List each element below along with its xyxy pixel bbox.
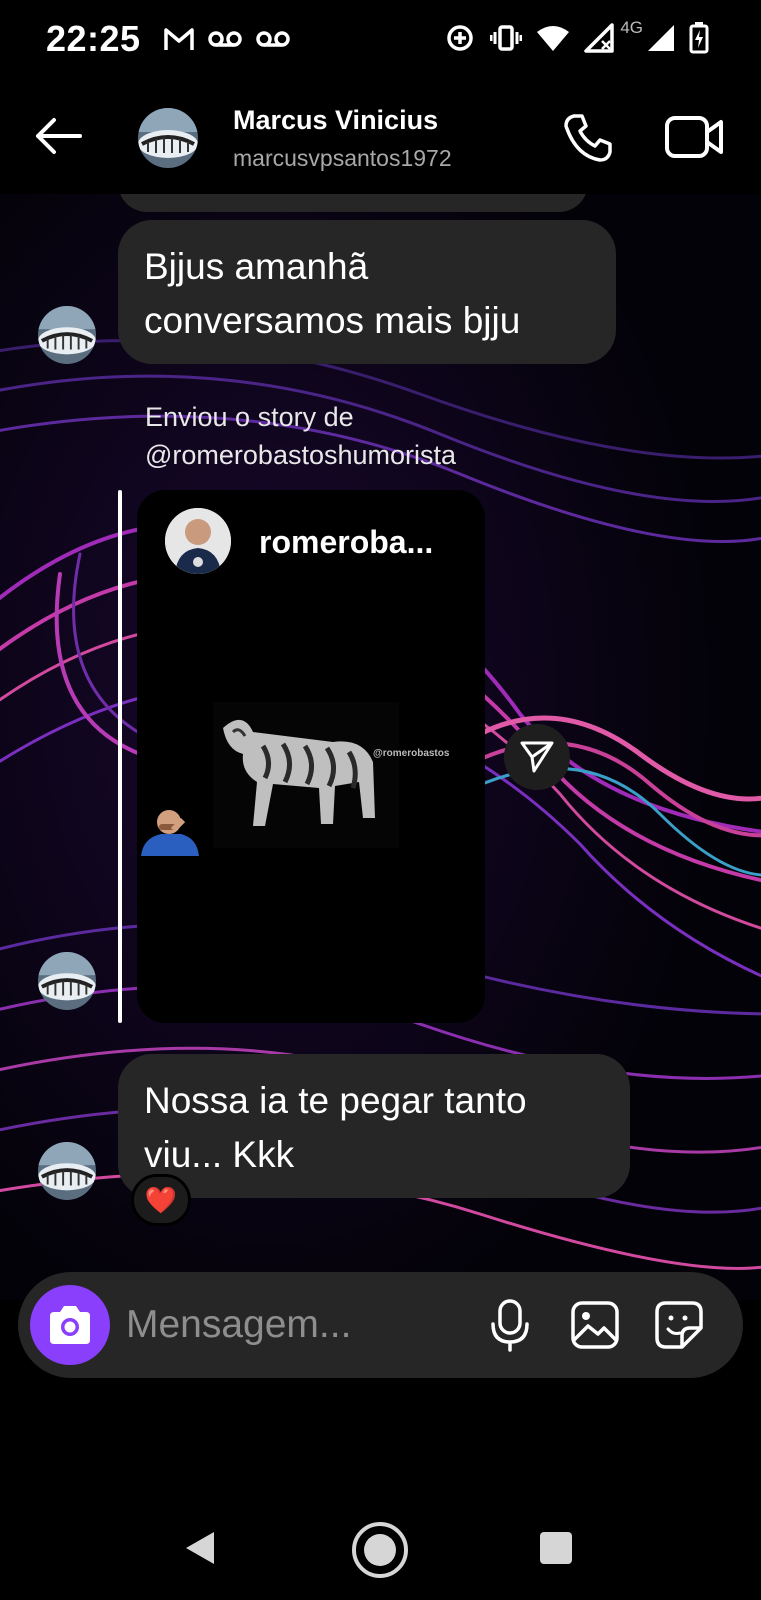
status-bar: 22:25 4G — [0, 0, 761, 80]
phone-icon — [564, 114, 612, 162]
system-icons: 4G — [444, 18, 709, 54]
signal-icon — [648, 25, 674, 51]
keyboard-spacer — [0, 1378, 761, 1500]
message-bubble[interactable]: Nossa ia te pegar tanto viu... Kkk — [118, 1054, 630, 1198]
voice-message-button[interactable] — [488, 1298, 532, 1352]
camera-button[interactable] — [30, 1285, 110, 1365]
nav-back-icon[interactable] — [184, 1530, 216, 1566]
camera-icon — [50, 1306, 90, 1344]
nav-recents-icon[interactable] — [540, 1532, 572, 1564]
message-thread[interactable]: Bjjus amanhã conversamos mais bjju Envio… — [0, 194, 761, 1300]
nav-home-icon[interactable] — [350, 1520, 410, 1580]
battery-charging-icon — [689, 22, 709, 54]
notification-icons — [163, 26, 291, 52]
message-composer — [18, 1272, 743, 1378]
message-input[interactable] — [126, 1298, 446, 1352]
story-user-avatar[interactable] — [165, 508, 231, 574]
status-time: 22:25 — [46, 18, 141, 59]
back-button[interactable] — [32, 114, 84, 158]
sender-avatar[interactable] — [38, 952, 96, 1010]
sender-avatar[interactable] — [38, 306, 96, 364]
contact-name[interactable]: Marcus Vinicius — [233, 105, 438, 136]
vibrate-icon — [490, 25, 523, 51]
network-type-label: 4G — [620, 18, 643, 37]
sender-avatar[interactable] — [38, 1142, 96, 1200]
video-camera-icon — [665, 116, 723, 158]
sticker-button[interactable] — [654, 1300, 704, 1350]
gmail-icon — [164, 28, 194, 50]
gallery-button[interactable] — [570, 1300, 620, 1350]
system-navigation-bar — [0, 1500, 761, 1600]
microphone-icon — [491, 1299, 529, 1352]
story-reply-caption: Enviou o story de @romerobastoshumorista — [145, 402, 457, 470]
story-username[interactable]: romeroba... — [259, 524, 433, 561]
message-bubble-partial[interactable] — [118, 194, 588, 212]
send-icon — [520, 741, 554, 773]
story-reply-bar — [118, 490, 122, 1023]
story-sticker — [137, 802, 201, 856]
message-reaction[interactable]: ❤️ — [131, 1174, 191, 1226]
story-watermark: @romerobastos — [373, 748, 450, 759]
chat-header: Marcus Vinicius marcusvpsantos1972 — [0, 80, 761, 194]
audio-call-button[interactable] — [560, 110, 616, 166]
contact-username[interactable]: marcusvpsantos1972 — [233, 145, 452, 172]
message-text: Nossa ia te pegar tanto viu... Kkk — [144, 1080, 527, 1175]
sticker-icon — [655, 1301, 703, 1349]
share-story-button[interactable] — [504, 724, 570, 790]
voicemail-icon — [208, 31, 242, 47]
message-bubble[interactable]: Bjjus amanhã conversamos mais bjju — [118, 220, 616, 364]
message-text: Bjjus amanhã conversamos mais bjju — [144, 246, 521, 341]
wifi-icon — [537, 26, 570, 51]
shared-story-card[interactable]: romeroba... @romerobastos — [137, 490, 485, 1023]
story-media-preview[interactable] — [213, 702, 399, 848]
arrow-left-icon — [36, 118, 82, 154]
voicemail-icon — [256, 31, 290, 47]
data-saver-icon — [447, 25, 474, 51]
video-call-button[interactable] — [664, 112, 724, 162]
signal-x-icon — [584, 23, 615, 53]
gallery-icon — [571, 1301, 619, 1349]
heart-icon: ❤️ — [144, 1184, 178, 1215]
contact-avatar[interactable] — [138, 108, 198, 168]
